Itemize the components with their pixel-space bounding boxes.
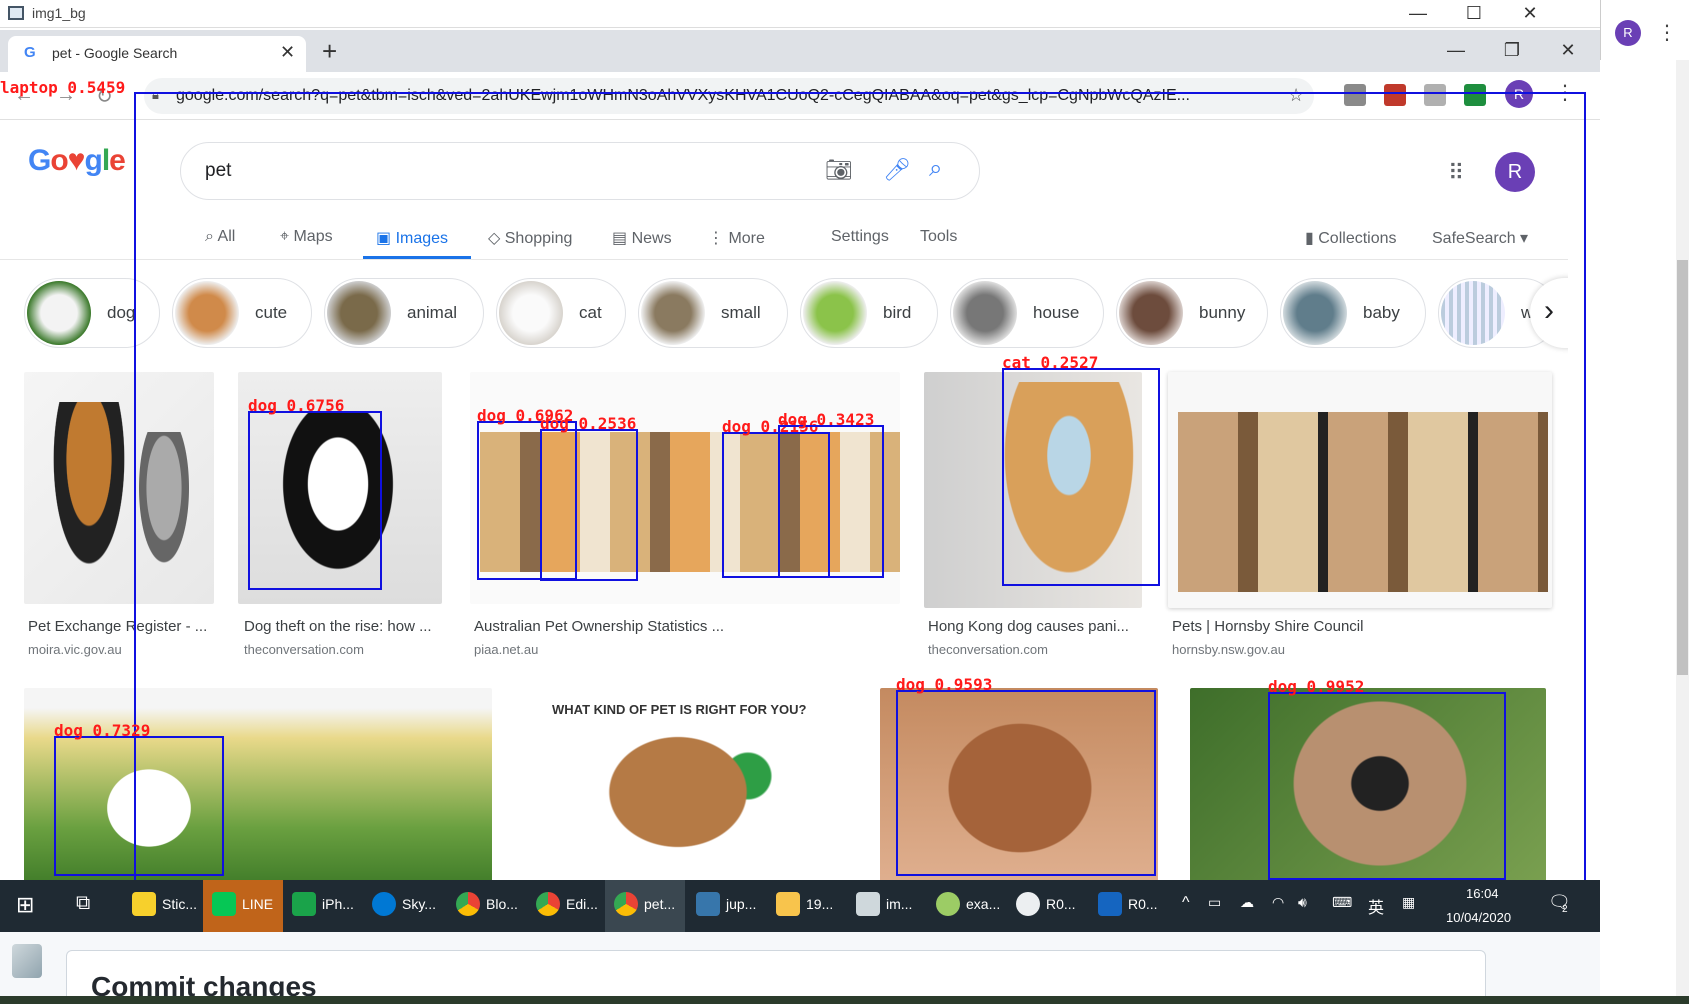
volume-icon[interactable]: 🔊︎	[1298, 894, 1307, 911]
taskbar-item[interactable]: pet...	[644, 896, 675, 912]
detection-label: dog 0.7329	[54, 721, 151, 740]
puppy-shape	[44, 402, 134, 592]
new-tab-icon[interactable]: +	[322, 36, 337, 67]
detection-label: laptop 0.5459	[0, 78, 126, 97]
close-icon[interactable]: ✕	[1502, 0, 1558, 28]
chrome-icon[interactable]	[614, 892, 638, 916]
viewer-titlebar: img1_bg — ☐ ✕	[0, 0, 1600, 28]
skype-icon[interactable]	[372, 892, 396, 916]
profile-avatar[interactable]: R	[1615, 20, 1641, 46]
line-app-icon[interactable]	[212, 892, 236, 916]
ime-mode-icon[interactable]: ▦	[1402, 894, 1415, 911]
tab-active[interactable]: G pet - Google Search ✕	[8, 36, 306, 72]
taskbar-item[interactable]: im...	[886, 896, 912, 912]
viewer-title: img1_bg	[32, 5, 86, 21]
detection-label: cat 0.2527	[1002, 353, 1099, 372]
minimize-icon[interactable]: —	[1390, 0, 1446, 28]
detection-box	[540, 429, 638, 581]
user-avatar[interactable]	[12, 944, 42, 978]
taskbar-item[interactable]: iPh...	[322, 896, 354, 912]
image-viewer-icon[interactable]	[856, 892, 880, 916]
detection-box	[54, 736, 224, 876]
google-logo[interactable]: Go♥gle	[28, 144, 126, 178]
minimize-icon[interactable]: —	[1428, 34, 1484, 66]
clock-time[interactable]: 16:04	[1466, 886, 1499, 901]
taskbar-item[interactable]: exa...	[966, 896, 1000, 912]
menu-kebab-icon[interactable]: ⋮	[1657, 20, 1677, 45]
folder-icon[interactable]	[776, 892, 800, 916]
detection-label: dog 0.9952	[1268, 677, 1365, 696]
clock-date[interactable]: 10/04/2020	[1446, 910, 1511, 925]
detection-box	[896, 690, 1156, 876]
chip-thumbnail	[27, 281, 91, 345]
detection-box	[248, 411, 382, 590]
battery-icon[interactable]: ▭	[1208, 894, 1221, 911]
tab-strip: G pet - Google Search ✕ + — ❐ ✕	[0, 30, 1600, 72]
taskbar-item[interactable]: R0...	[1128, 896, 1158, 912]
restore-icon[interactable]: ❐	[1484, 34, 1540, 66]
keyboard-icon[interactable]: ⌨	[1332, 894, 1352, 911]
tab-title: pet - Google Search	[52, 45, 178, 61]
windows-taskbar: ⊞ ⧉ Stic... LINE iPh... Sky... Blo... Ed…	[0, 880, 1600, 932]
taskbar-item[interactable]: R0...	[1046, 896, 1076, 912]
paint-icon[interactable]	[936, 892, 960, 916]
taskbar-item[interactable]: LINE	[242, 896, 273, 912]
maximize-icon[interactable]: ☐	[1446, 0, 1502, 28]
background-window-corner: R ⋮	[1600, 0, 1689, 60]
close-icon[interactable]: ✕	[1540, 34, 1596, 66]
chrome-icon[interactable]	[536, 892, 560, 916]
taskbar-item[interactable]: Edi...	[566, 896, 598, 912]
detection-label: dog 0.9593	[896, 675, 993, 694]
chrome-icon[interactable]	[456, 892, 480, 916]
wifi-icon[interactable]: ◠	[1272, 894, 1284, 911]
taskbar-item[interactable]: 19...	[806, 896, 833, 912]
result-source[interactable]: moira.vic.gov.au	[28, 642, 122, 657]
detection-box	[778, 425, 884, 578]
image-viewer-icon	[8, 6, 24, 20]
google-favicon-icon: G	[24, 44, 36, 61]
phone-app-icon[interactable]	[292, 892, 316, 916]
detection-label: dog 0.3423	[778, 410, 875, 429]
notification-count: 2	[1562, 904, 1568, 915]
bottom-edge	[0, 996, 1689, 1004]
detection-box	[1002, 368, 1160, 586]
scrollbar-thumb[interactable]	[1677, 260, 1688, 675]
task-view-icon[interactable]: ⧉	[76, 892, 90, 915]
cloud-icon[interactable]: ☁	[1240, 894, 1254, 911]
remote-app-icon[interactable]	[1016, 892, 1040, 916]
close-tab-icon[interactable]: ✕	[280, 42, 295, 63]
python-icon[interactable]	[696, 892, 720, 916]
detection-label: dog 0.2536	[540, 414, 637, 433]
taskbar-item[interactable]: Blo...	[486, 896, 518, 912]
chevron-up-icon[interactable]: ^	[1182, 894, 1190, 912]
taskbar-item[interactable]: Sky...	[402, 896, 436, 912]
windows-start-icon[interactable]: ⊞	[16, 892, 34, 918]
detection-box	[1268, 692, 1506, 880]
ime-indicator[interactable]: 英	[1368, 894, 1384, 918]
sticky-notes-icon[interactable]	[132, 892, 156, 916]
detection-label: dog 0.6756	[248, 396, 345, 415]
remote-desktop-icon[interactable]	[1098, 892, 1122, 916]
taskbar-item[interactable]: jup...	[726, 896, 756, 912]
taskbar-item[interactable]: Stic...	[162, 896, 197, 912]
